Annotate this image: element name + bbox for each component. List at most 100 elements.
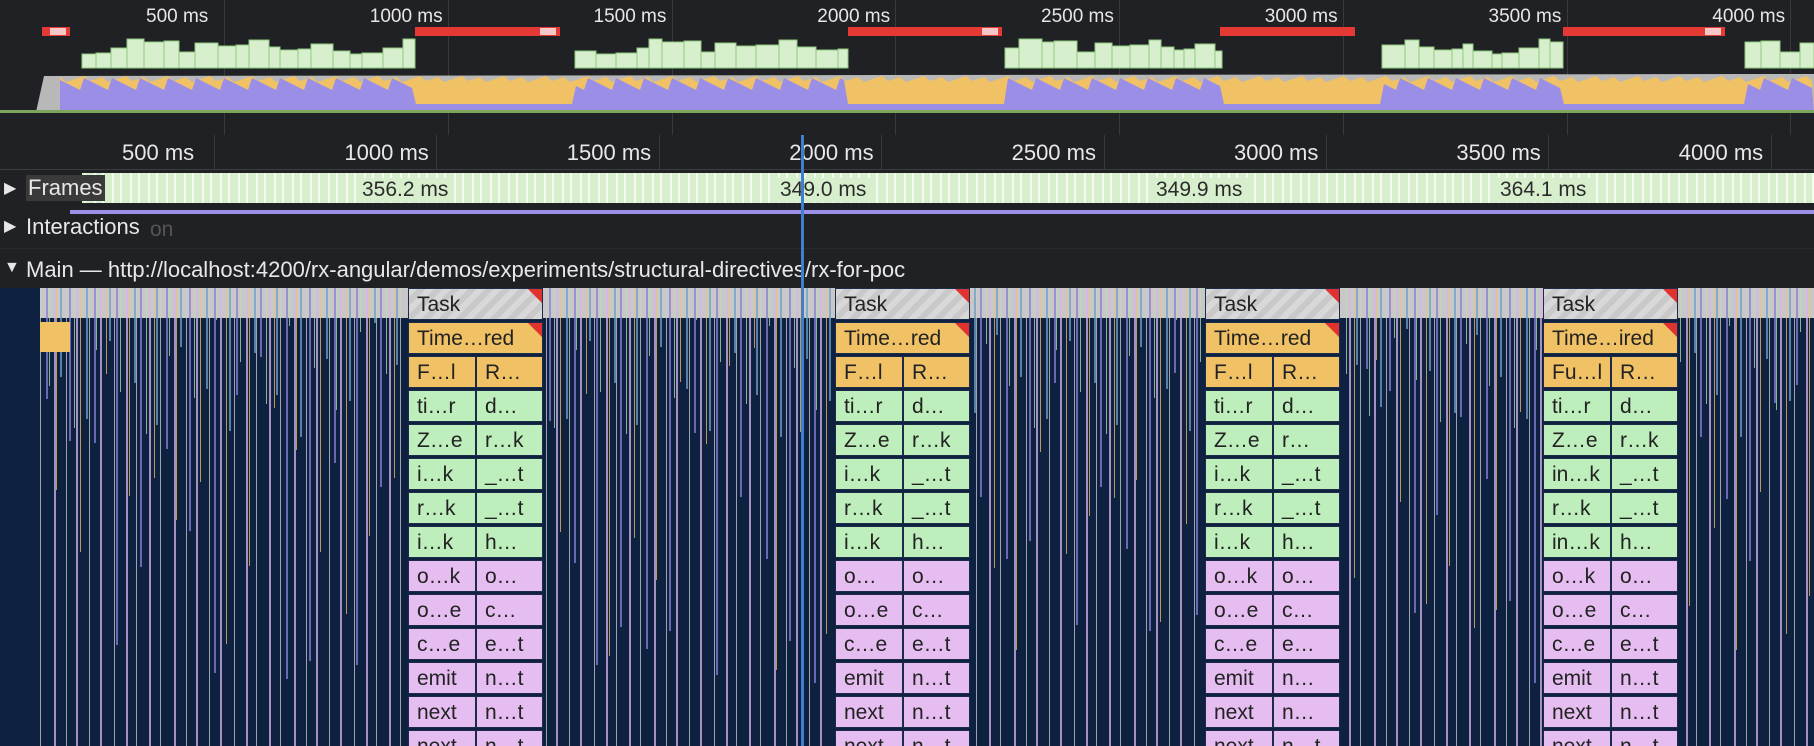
call-sliver[interactable] [156, 288, 158, 425]
call-sliver[interactable] [734, 288, 736, 353]
flame-call-block[interactable]: R… [476, 356, 543, 388]
call-sliver[interactable] [1186, 288, 1187, 524]
flame-call-block[interactable]: o… [835, 560, 903, 592]
call-sliver[interactable] [660, 288, 662, 347]
call-sliver[interactable] [1740, 288, 1742, 437]
frames-expand-icon[interactable]: ▶ [4, 178, 16, 198]
call-sliver[interactable] [594, 288, 595, 746]
call-sliver[interactable] [196, 288, 198, 746]
call-sliver[interactable] [80, 288, 81, 552]
flame-call-block[interactable]: F…l [408, 356, 476, 388]
flame-call-block[interactable]: emit [835, 662, 903, 694]
call-sliver[interactable] [706, 288, 707, 444]
flame-call-block[interactable]: next [1205, 696, 1273, 728]
call-sliver[interactable] [629, 288, 631, 746]
flame-call-block[interactable]: _…t [476, 492, 543, 524]
call-sliver[interactable] [1376, 288, 1377, 360]
call-sliver[interactable] [1794, 288, 1795, 746]
call-sliver[interactable] [126, 288, 128, 746]
call-sliver[interactable] [1009, 288, 1010, 386]
flame-call-block[interactable]: i…k [835, 526, 903, 558]
call-sliver[interactable] [1069, 288, 1071, 341]
call-sliver[interactable] [574, 288, 576, 563]
flame-call-block[interactable]: emit [408, 662, 476, 694]
call-sliver[interactable] [1526, 288, 1528, 419]
call-sliver[interactable] [1020, 288, 1022, 377]
flame-call-block[interactable]: o…e [408, 594, 476, 626]
flame-call-block[interactable]: n…t [476, 696, 543, 728]
flame-call-block[interactable]: e…t [903, 628, 970, 660]
call-sliver[interactable] [186, 288, 187, 746]
call-sliver[interactable] [129, 288, 130, 496]
call-sliver[interactable] [1780, 288, 1782, 746]
call-sliver[interactable] [276, 288, 278, 395]
call-sliver[interactable] [996, 288, 998, 335]
call-sliver[interactable] [1716, 288, 1718, 395]
flame-call-block[interactable]: emit [1543, 662, 1611, 694]
call-sliver[interactable] [166, 288, 168, 449]
call-sliver[interactable] [1134, 288, 1136, 746]
call-sliver[interactable] [1754, 288, 1755, 368]
call-sliver[interactable] [674, 288, 675, 398]
flame-call-block[interactable]: d… [476, 390, 543, 422]
call-sliver[interactable] [294, 288, 296, 746]
timeline-overview[interactable]: 500 ms 1000 ms 1500 ms 2000 ms 2500 ms 3000 m… [0, 0, 1814, 136]
call-sliver[interactable] [314, 288, 315, 368]
call-sliver[interactable] [1520, 288, 1521, 412]
call-sliver[interactable] [1746, 288, 1747, 746]
call-sliver[interactable] [1169, 288, 1170, 746]
call-sliver[interactable] [340, 288, 342, 746]
flame-call-block[interactable]: d… [903, 390, 970, 422]
timer-fired-block[interactable]: Time…red [835, 322, 970, 354]
call-sliver[interactable] [1534, 288, 1536, 683]
call-sliver[interactable] [1736, 288, 1737, 650]
call-sliver[interactable] [69, 288, 71, 441]
call-sliver[interactable] [1756, 288, 1758, 746]
call-sliver[interactable] [1080, 288, 1081, 392]
call-sliver[interactable] [1040, 288, 1041, 452]
flame-call-block[interactable]: o…e [835, 594, 903, 626]
call-sliver[interactable] [260, 288, 262, 357]
flame-call-block[interactable]: Fu…l [1543, 356, 1611, 388]
call-sliver[interactable] [1729, 288, 1730, 326]
call-sliver[interactable] [1734, 288, 1736, 746]
call-sliver[interactable] [676, 288, 678, 746]
call-sliver[interactable] [106, 288, 107, 374]
call-sliver[interactable] [1374, 288, 1376, 746]
flame-call-block[interactable]: i…k [408, 526, 476, 558]
call-sliver[interactable] [1494, 288, 1496, 746]
flame-call-block[interactable]: Z…e [1205, 424, 1273, 456]
timer-fired-block[interactable]: Time…ired [1543, 322, 1678, 354]
call-sliver[interactable] [1680, 288, 1681, 362]
call-sliver[interactable] [1074, 288, 1075, 746]
call-sliver[interactable] [1500, 288, 1502, 377]
call-sliver[interactable] [154, 288, 155, 478]
call-sliver[interactable] [716, 288, 718, 675]
flame-call-block[interactable]: r…k [1611, 424, 1678, 456]
call-sliver[interactable] [654, 288, 656, 746]
call-sliver[interactable] [1486, 288, 1488, 479]
flame-call-block[interactable]: e… [1273, 628, 1340, 660]
call-sliver[interactable] [1696, 288, 1697, 746]
flame-call-block[interactable]: i…k [408, 458, 476, 490]
call-sliver[interactable] [786, 288, 787, 746]
flame-call-block[interactable]: r…k [476, 424, 543, 456]
flame-call-block[interactable]: r… [1273, 424, 1340, 456]
interactions-expand-icon[interactable]: ▶ [4, 216, 16, 236]
call-sliver[interactable] [176, 288, 177, 520]
call-sliver[interactable] [796, 288, 798, 746]
call-sliver[interactable] [1420, 288, 1422, 746]
call-sliver[interactable] [174, 288, 176, 746]
call-sliver[interactable] [1714, 288, 1715, 528]
flame-call-block[interactable]: r…k [1205, 492, 1273, 524]
flame-call-block[interactable]: R… [903, 356, 970, 388]
call-sliver[interactable] [206, 288, 208, 389]
flame-call-block[interactable]: _…t [903, 492, 970, 524]
call-sliver[interactable] [336, 288, 337, 410]
call-sliver[interactable] [720, 288, 721, 362]
flame-call-block[interactable]: c… [1273, 594, 1340, 626]
call-sliver[interactable] [169, 288, 170, 356]
flame-call-block[interactable]: o…k [408, 560, 476, 592]
call-sliver[interactable] [149, 288, 151, 746]
call-sliver[interactable] [976, 288, 977, 746]
